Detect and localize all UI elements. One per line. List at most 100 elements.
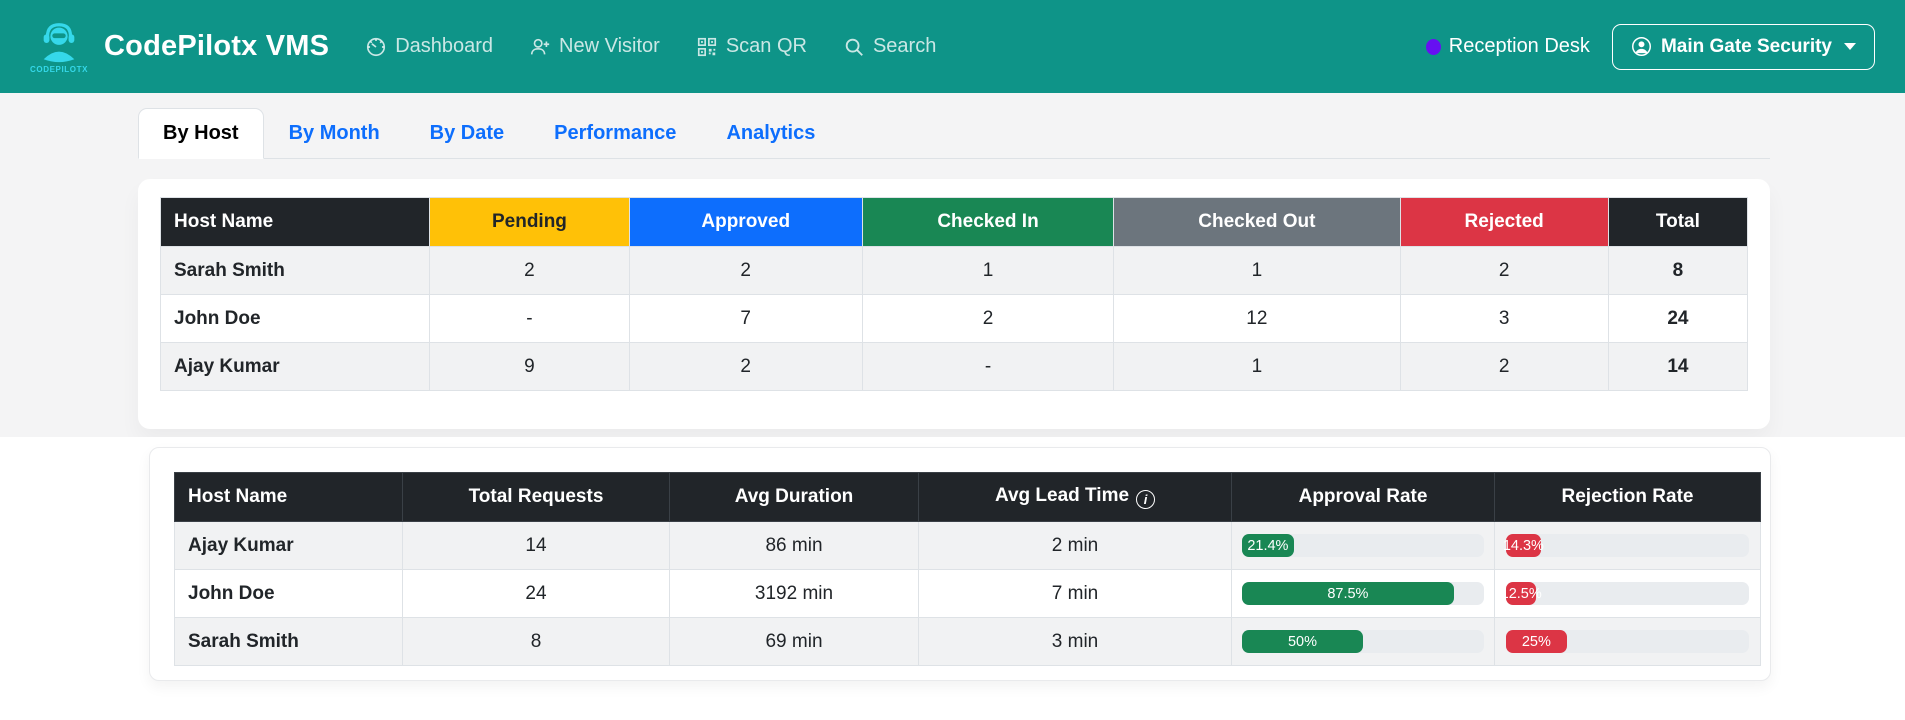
approval-progress-track: 21.4% (1242, 534, 1484, 557)
logo-caption: CODEPILOTX (30, 64, 89, 74)
pending-cell: - (429, 294, 630, 343)
person-plus-icon (530, 38, 550, 54)
dashboard-icon (367, 37, 386, 56)
col-avg-lead-time: Avg Lead Time i (918, 472, 1232, 522)
approval-rate-cell: 87.5% (1231, 569, 1495, 618)
tab-by-month[interactable]: By Month (264, 108, 405, 159)
host-name-cell: Ajay Kumar (159, 342, 431, 391)
rejection-progress-bar: 12.5% (1501, 582, 1542, 605)
rejection-progress-track: 12.5% (1501, 582, 1749, 605)
nav-links: Dashboard New Visitor Scan QR Search (365, 35, 936, 58)
approval-rate-cell: 50% (1231, 617, 1495, 666)
station-status-dot (1425, 38, 1441, 55)
logo-person-headset-icon (43, 22, 75, 62)
total-requests-cell: 14 (402, 521, 670, 570)
upper-section: By Host By Month By Date Performance Ana… (0, 93, 1905, 437)
rejection-progress-bar: 25% (1506, 630, 1567, 653)
rejected-cell: 2 (1399, 246, 1609, 295)
col-approved: Approved (628, 197, 863, 247)
lower-section: Host Name Total Requests Avg Duration Av… (0, 437, 1905, 681)
table-row: John Doe 24 3192 min 7 min 87.5% 12.5% (174, 569, 1761, 618)
col-rejection-rate: Rejection Rate (1494, 472, 1761, 522)
nav-label-dashboard: Dashboard (395, 35, 494, 57)
brand-title[interactable]: CodePilotx VMS (104, 30, 329, 63)
rejection-rate-cell: 14.3% (1494, 521, 1761, 570)
checked-in-cell: 2 (861, 294, 1115, 343)
rejection-progress-track: 14.3% (1503, 534, 1749, 557)
table-row: Ajay Kumar 14 86 min 2 min 21.4% 14.3% (174, 521, 1761, 570)
nav-item-dashboard[interactable]: Dashboard (365, 35, 493, 58)
host-status-table: Host Name Pending Approved Checked In Ch… (159, 197, 1749, 391)
avg-duration-cell: 69 min (669, 617, 919, 666)
app-logo[interactable]: CODEPILOTX (30, 20, 88, 74)
total-cell: 8 (1607, 246, 1749, 295)
total-cell: 24 (1607, 294, 1749, 343)
approved-cell: 2 (628, 246, 863, 295)
rejection-rate-cell: 25% (1494, 617, 1761, 666)
host-status-card: Host Name Pending Approved Checked In Ch… (138, 179, 1770, 429)
avg-lead-time-cell: 7 min (918, 569, 1232, 618)
status-header-row: Host Name Pending Approved Checked In Ch… (159, 197, 1749, 247)
avg-duration-cell: 3192 min (669, 569, 919, 618)
col-checked-out: Checked Out (1113, 197, 1401, 247)
host-name-cell: John Doe (159, 294, 431, 343)
tab-performance[interactable]: Performance (529, 108, 701, 159)
tab-by-host[interactable]: By Host (138, 108, 264, 159)
approval-progress-track: 50% (1242, 630, 1484, 653)
checked-out-cell: 1 (1113, 246, 1401, 295)
top-navbar: CODEPILOTX CodePilotx VMS Dashboard New … (0, 0, 1905, 93)
col-total-requests: Total Requests (402, 472, 670, 522)
approval-progress-bar: 87.5% (1242, 582, 1454, 605)
nav-item-scan-qr[interactable]: Scan QR (696, 35, 807, 58)
col-total: Total (1607, 197, 1749, 247)
person-circle-icon (1631, 37, 1651, 56)
avg-lead-time-cell: 2 min (918, 521, 1232, 570)
nav-item-new-visitor[interactable]: New Visitor (529, 35, 660, 58)
station-indicator: Reception Desk (1425, 35, 1590, 58)
rejection-rate-cell: 12.5% (1494, 569, 1761, 618)
avg-duration-cell: 86 min (669, 521, 919, 570)
tab-analytics[interactable]: Analytics (701, 108, 840, 159)
col-approval-rate: Approval Rate (1231, 472, 1495, 522)
col-host-name: Host Name (174, 472, 403, 522)
col-checked-in: Checked In (861, 197, 1115, 247)
user-menu-label: Main Gate Security (1660, 35, 1832, 57)
approval-progress-bar: 21.4% (1242, 534, 1294, 557)
total-requests-cell: 8 (402, 617, 670, 666)
tab-by-date[interactable]: By Date (405, 108, 529, 159)
nav-label-scan-qr: Scan QR (725, 35, 807, 57)
search-icon (845, 38, 863, 56)
host-name-cell: Sarah Smith (174, 617, 403, 666)
approval-rate-cell: 21.4% (1231, 521, 1495, 570)
host-name-cell: Ajay Kumar (174, 521, 403, 570)
total-requests-cell: 24 (402, 569, 670, 618)
info-icon[interactable]: i (1136, 490, 1156, 509)
approved-cell: 7 (628, 294, 863, 343)
nav-label-search: Search (872, 35, 937, 57)
rejection-progress-bar: 14.3% (1503, 534, 1544, 557)
nav-item-search[interactable]: Search (843, 35, 936, 58)
qr-icon (697, 37, 716, 56)
pending-cell: 9 (429, 342, 630, 391)
rejected-cell: 3 (1399, 294, 1609, 343)
host-performance-card: Host Name Total Requests Avg Duration Av… (149, 447, 1771, 681)
rejection-progress-track: 25% (1506, 630, 1749, 653)
host-name-cell: Sarah Smith (159, 246, 431, 295)
col-host-name: Host Name (159, 197, 431, 247)
table-row: Ajay Kumar 9 2 - 1 2 14 (159, 342, 1749, 391)
station-label: Reception Desk (1448, 35, 1590, 57)
checked-in-cell: - (861, 342, 1115, 391)
col-pending: Pending (429, 197, 630, 247)
host-performance-table: Host Name Total Requests Avg Duration Av… (174, 472, 1761, 666)
nav-label-new-visitor: New Visitor (559, 35, 660, 57)
approved-cell: 2 (628, 342, 863, 391)
performance-header-row: Host Name Total Requests Avg Duration Av… (174, 472, 1761, 522)
approval-progress-bar: 50% (1242, 630, 1363, 653)
table-row: Sarah Smith 2 2 1 1 2 8 (159, 246, 1749, 295)
table-row: Sarah Smith 8 69 min 3 min 50% 25% (174, 617, 1761, 666)
navbar-right: Reception Desk Main Gate Security (1425, 23, 1875, 70)
checked-in-cell: 1 (861, 246, 1115, 295)
rejected-cell: 2 (1399, 342, 1609, 391)
approval-progress-track: 87.5% (1242, 582, 1484, 605)
user-menu-button[interactable]: Main Gate Security (1611, 23, 1875, 70)
